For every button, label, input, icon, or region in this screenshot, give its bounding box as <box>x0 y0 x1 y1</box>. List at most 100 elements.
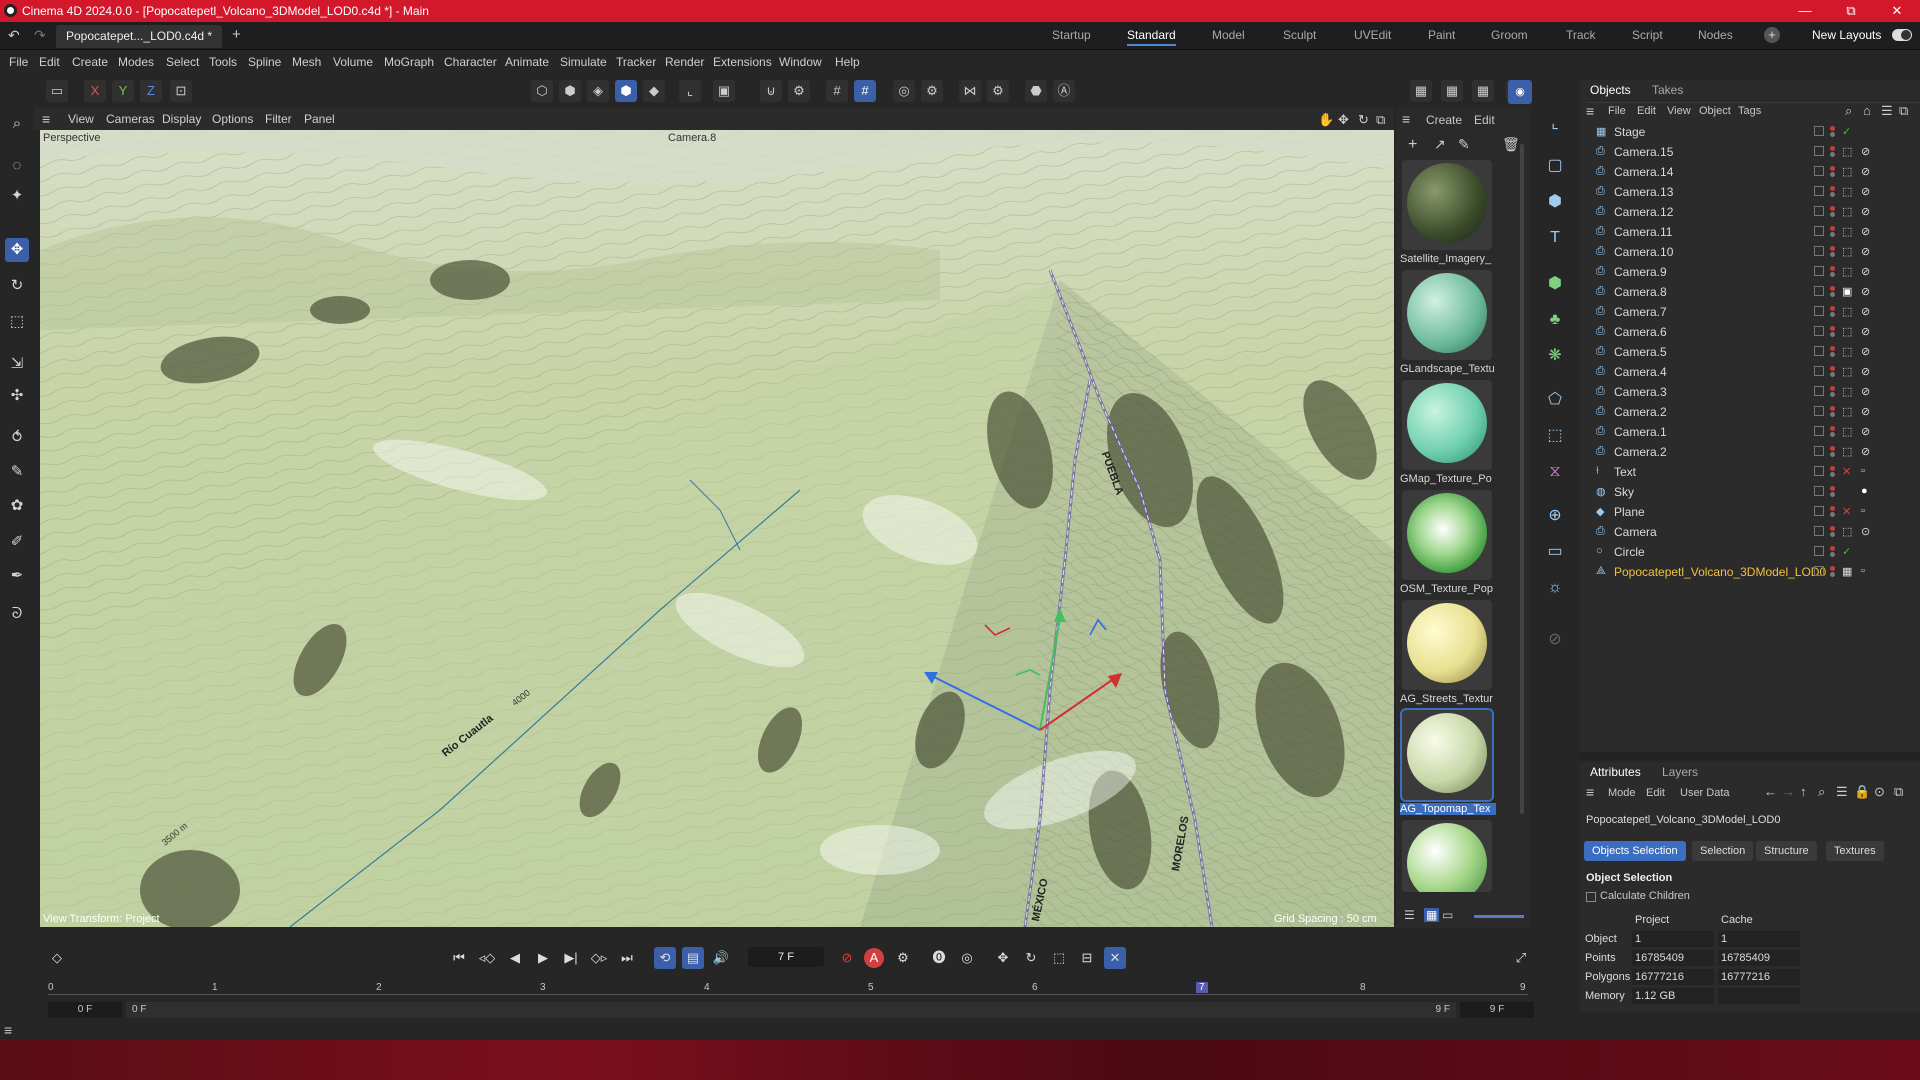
pen-tool-icon[interactable]: ✒ <box>5 564 29 588</box>
document-tab[interactable]: Popocatepet..._LOD0.c4d * <box>56 25 223 48</box>
objects-menu-object[interactable]: Object <box>1699 105 1731 117</box>
material-link-icon[interactable]: ↗ <box>1434 136 1446 153</box>
menu-modes[interactable]: Modes <box>118 55 154 69</box>
menu-edit[interactable]: Edit <box>39 55 60 69</box>
grid-view-icon[interactable]: ▦ <box>1424 908 1440 922</box>
spline-tool-icon[interactable]: ᘐ <box>5 602 29 626</box>
layout-uvedit[interactable]: UVEdit <box>1354 28 1391 42</box>
spline-object-icon[interactable]: ⬚ <box>1543 424 1567 448</box>
object-row[interactable]: ⎙ Camera.6 ⬚ ⊘ <box>1580 322 1920 342</box>
sound-icon[interactable]: 🔊 <box>710 947 732 969</box>
status-menu-icon[interactable]: ≡ <box>4 1022 12 1038</box>
layout-model[interactable]: Model <box>1212 28 1245 42</box>
layout-standard[interactable]: Standard <box>1127 28 1176 46</box>
large-view-icon[interactable]: ▭ <box>1442 908 1453 922</box>
object-row[interactable]: ◆ Plane ✕ ▫ <box>1580 502 1920 522</box>
layout-track[interactable]: Track <box>1566 28 1596 42</box>
go-to-start-icon[interactable]: ⏮ <box>448 947 470 969</box>
zoom-search-icon[interactable]: ⌕ <box>5 112 29 136</box>
menu-window[interactable]: Window <box>779 55 822 69</box>
paint-tool-icon[interactable]: ✿ <box>5 494 29 518</box>
filter-attributes-icon[interactable]: ☰ <box>1836 784 1848 800</box>
new-window-icon[interactable]: ⧉ <box>1899 103 1908 119</box>
playhead[interactable]: 7 <box>1196 982 1208 993</box>
calculate-children-checkbox[interactable] <box>1586 892 1596 902</box>
search-attributes-icon[interactable]: ⌕ <box>1818 784 1825 800</box>
scale-key-icon[interactable]: ⬚ <box>1048 947 1070 969</box>
layout-sculpt[interactable]: Sculpt <box>1283 28 1316 42</box>
object-row[interactable]: ⎙ Camera.7 ⬚ ⊘ <box>1580 302 1920 322</box>
keyframe-selection-icon[interactable]: ⓿ <box>928 947 950 969</box>
menu-help[interactable]: Help <box>835 55 860 69</box>
menu-simulate[interactable]: Simulate <box>560 55 607 69</box>
points-mode-icon[interactable]: ⬡ <box>531 80 553 102</box>
generator-icon[interactable]: ⬢ <box>1543 272 1567 296</box>
expand-timeline-icon[interactable]: ⤢ <box>1510 947 1532 969</box>
rotate-tool-icon[interactable]: ↻ <box>5 274 29 298</box>
home-icon[interactable]: ⌂ <box>1863 103 1871 118</box>
viewport-menu-panel[interactable]: Panel <box>304 112 335 126</box>
live-select-icon[interactable]: ✦ <box>5 184 29 208</box>
attributes-menu-edit[interactable]: Edit <box>1646 787 1665 799</box>
viewport-menu-options[interactable]: Options <box>212 112 253 126</box>
brush-tool-icon[interactable]: ✐ <box>5 530 29 554</box>
textures-button[interactable]: Textures <box>1826 841 1884 861</box>
selection-icon[interactable]: ◌ <box>5 154 29 178</box>
minimize-button[interactable]: — <box>1782 0 1828 22</box>
menu-volume[interactable]: Volume <box>333 55 373 69</box>
material-swatch-osm[interactable] <box>1402 490 1492 580</box>
layout-groom[interactable]: Groom <box>1491 28 1528 42</box>
object-row[interactable]: ⍿ Text ✕ ▫ <box>1580 462 1920 482</box>
add-material-icon[interactable]: + <box>1408 136 1417 154</box>
search-icon[interactable]: ⌕ <box>1845 103 1852 119</box>
object-row[interactable]: ⎙ Camera.9 ⬚ ⊘ <box>1580 262 1920 282</box>
move-view-icon[interactable]: ✥ <box>1338 112 1349 128</box>
edges-mode-icon[interactable]: ⬢ <box>559 80 581 102</box>
sculpt-tool-icon[interactable]: ⥀ <box>5 426 29 450</box>
deformer-icon[interactable]: ❋ <box>1543 344 1567 368</box>
text-icon[interactable]: T <box>1543 226 1567 250</box>
cube-outline-icon[interactable]: ▢ <box>1543 154 1567 178</box>
render-picture-icon[interactable]: ▦ <box>1441 80 1463 102</box>
delete-material-icon[interactable]: 🗑 <box>1502 136 1520 153</box>
tab-layers[interactable]: Layers <box>1662 765 1698 779</box>
close-button[interactable]: ✕ <box>1874 0 1920 22</box>
field-icon[interactable]: ⬠ <box>1543 388 1567 412</box>
selection-button[interactable]: Selection <box>1692 841 1754 861</box>
snap-grid-icon[interactable]: # <box>854 80 876 102</box>
material-menu-icon[interactable]: ≡ <box>1402 111 1410 127</box>
new-layouts-toggle[interactable] <box>1892 29 1912 41</box>
workplane-icon[interactable]: ⌞ <box>679 80 701 102</box>
object-row[interactable]: ⎙ Camera.12 ⬚ ⊘ <box>1580 202 1920 222</box>
camera-view-icon[interactable]: ⌞ <box>1543 112 1567 136</box>
toolbar-menu-icon[interactable]: ▭ <box>46 80 68 102</box>
rotate-view-icon[interactable]: ↻ <box>1358 112 1369 128</box>
object-row[interactable]: ⎙ Camera ⬚ ⊙ <box>1580 522 1920 542</box>
next-frame-icon[interactable]: ▶| <box>560 947 582 969</box>
material-swatch-streets[interactable] <box>1402 600 1492 690</box>
menu-tracker[interactable]: Tracker <box>616 55 656 69</box>
axis-tool-icon[interactable]: ✣ <box>5 384 29 408</box>
render-queue-icon[interactable]: ▦ <box>1472 80 1494 102</box>
attributes-menu-mode[interactable]: Mode <box>1608 787 1636 799</box>
material-menu-edit[interactable]: Edit <box>1474 113 1495 127</box>
timeline-ruler[interactable]: 0 1 2 3 4 5 6 7 8 9 <box>48 976 1528 996</box>
up-arrow-icon[interactable]: ↑ <box>1800 784 1807 799</box>
object-row[interactable]: ⎙ Camera.3 ⬚ ⊘ <box>1580 382 1920 402</box>
tab-objects[interactable]: Objects <box>1590 83 1631 97</box>
add-layout-icon[interactable]: + <box>1764 27 1780 43</box>
frame-range-bar[interactable]: 0 F 9 F <box>126 1002 1456 1018</box>
knife-tool-icon[interactable]: ✎ <box>5 460 29 484</box>
objects-menu-file[interactable]: File <box>1608 105 1626 117</box>
record-icon[interactable]: ⊘ <box>836 947 858 969</box>
param-key-icon[interactable]: ⊟ <box>1076 947 1098 969</box>
start-frame-field[interactable]: 0 F <box>48 1002 122 1018</box>
z-axis-lock[interactable]: Z <box>140 80 162 102</box>
object-row[interactable]: ⎙ Camera.15 ⬚ ⊘ <box>1580 142 1920 162</box>
menu-animate[interactable]: Animate <box>505 55 549 69</box>
grid-icon[interactable]: # <box>826 80 848 102</box>
solo-icon[interactable]: ▣ <box>713 80 735 102</box>
redo-icon[interactable]: ↷ <box>34 27 46 44</box>
swatch-size-slider[interactable] <box>1474 915 1524 918</box>
end-frame-field[interactable]: 9 F <box>1460 1002 1534 1018</box>
